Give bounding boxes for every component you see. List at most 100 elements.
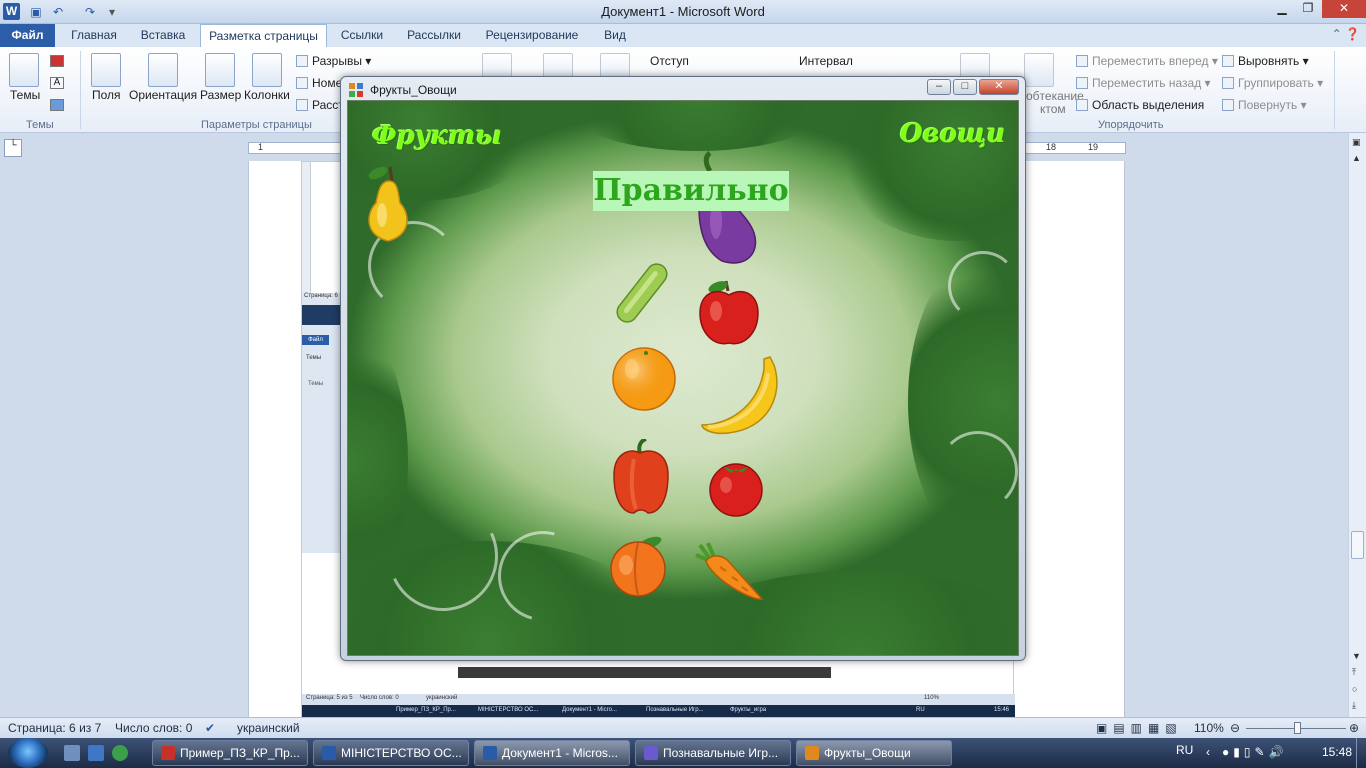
- zoom-out-icon[interactable]: ⊖: [1230, 721, 1240, 735]
- game-maximize-button[interactable]: □: [953, 79, 977, 95]
- hyphenation-button[interactable]: Расст: [296, 98, 344, 112]
- group-themes: Темы: [26, 119, 54, 131]
- zoom-slider[interactable]: [1246, 722, 1346, 734]
- tab-mailings[interactable]: Рассылки: [398, 24, 470, 47]
- themes-button[interactable]: Темы: [10, 88, 40, 102]
- ruler-number: 1: [258, 142, 264, 152]
- theme-colors-icon[interactable]: [50, 55, 64, 67]
- scroll-thumb[interactable]: [1351, 531, 1364, 559]
- tab-view[interactable]: Вид: [594, 24, 636, 47]
- word-icon: [483, 746, 497, 760]
- orientation-icon[interactable]: [148, 53, 178, 87]
- utorrent-icon[interactable]: [112, 745, 128, 761]
- ruler-number: 19: [1088, 142, 1099, 152]
- send-backward-button[interactable]: Переместить назад ▾: [1076, 76, 1211, 90]
- word-titlebar: W ▣ ↶ ↷ ▾ Документ1 - Microsoft Word ▁ ❐…: [0, 0, 1366, 24]
- tray-icons[interactable]: ●▮▯✎🔊: [1222, 745, 1287, 759]
- game-close-button[interactable]: ✕: [979, 79, 1019, 95]
- tomato-icon[interactable]: [706, 457, 766, 517]
- help-icon[interactable]: ⌃ ❓: [1332, 27, 1360, 41]
- tab-references[interactable]: Ссылки: [333, 24, 391, 47]
- language-bar[interactable]: RU: [1176, 743, 1193, 757]
- apple-icon[interactable]: [696, 279, 762, 349]
- theme-fonts-icon[interactable]: A: [50, 77, 64, 89]
- scroll-down-icon[interactable]: ▼: [1352, 651, 1361, 661]
- tab-page-layout[interactable]: Разметка страницы: [200, 24, 327, 48]
- taskbar-item[interactable]: Познавальные Игр...: [635, 740, 791, 766]
- carrot-icon[interactable]: [692, 541, 764, 603]
- wrap-text-icon[interactable]: [1024, 53, 1054, 87]
- margins-icon[interactable]: [91, 53, 121, 87]
- columns-icon[interactable]: [252, 53, 282, 87]
- window-title: Документ1 - Microsoft Word: [601, 4, 765, 19]
- orientation-button[interactable]: Ориентация: [129, 88, 197, 102]
- zoom-slider-thumb[interactable]: [1294, 722, 1301, 734]
- maximize-button[interactable]: ❐: [1294, 0, 1322, 18]
- previous-page-icon[interactable]: ⤒: [1352, 667, 1356, 678]
- group-objects-icon: [1222, 77, 1234, 89]
- theme-effects-icon[interactable]: [50, 99, 64, 111]
- tab-insert[interactable]: Вставка: [132, 24, 194, 47]
- word-icon: [322, 746, 336, 760]
- next-page-icon[interactable]: ⤓: [1352, 700, 1356, 711]
- view-buttons-icon[interactable]: ▣▤▥▦▧: [1096, 721, 1183, 735]
- tab-review[interactable]: Рецензирование: [477, 24, 587, 47]
- group-arrange: Упорядочить: [1098, 119, 1164, 131]
- show-hidden-icons-icon[interactable]: ‹: [1206, 745, 1210, 759]
- columns-button[interactable]: Колонки: [244, 88, 290, 102]
- windows-taskbar: Пример_ПЗ_КР_Пр... МІНІСТЕРСТВО ОС... До…: [0, 738, 1366, 768]
- word-count[interactable]: Число слов: 0: [115, 721, 192, 735]
- peach-icon[interactable]: [606, 535, 672, 597]
- hyphenation-icon: [296, 99, 308, 111]
- page-count[interactable]: Страница: 6 из 7: [8, 721, 101, 735]
- orange-icon[interactable]: [610, 345, 678, 413]
- size-button[interactable]: Размер: [200, 88, 241, 102]
- align-button[interactable]: Выровнять ▾: [1222, 54, 1309, 68]
- breaks-button[interactable]: Разрывы ▾: [296, 54, 371, 68]
- language-indicator[interactable]: украинский: [237, 721, 300, 735]
- embedded-file-tab: Файл: [302, 335, 329, 345]
- pear-icon[interactable]: [360, 163, 418, 245]
- close-button[interactable]: ✕: [1322, 0, 1366, 18]
- cucumber-icon[interactable]: [612, 261, 674, 325]
- themes-icon[interactable]: [9, 53, 39, 87]
- game-minimize-button[interactable]: ‒: [927, 79, 951, 95]
- line-numbers-button[interactable]: Номе: [296, 76, 342, 90]
- vertical-scrollbar[interactable]: ▣ ▲ ▼ ⤒ ○ ⤓: [1348, 133, 1366, 717]
- rotate-button[interactable]: Повернуть ▾: [1222, 98, 1307, 112]
- proofing-icon[interactable]: ✔: [205, 721, 215, 735]
- taskbar-item[interactable]: МІНІСТЕРСТВО ОС...: [313, 740, 469, 766]
- show-desktop-icon[interactable]: [64, 745, 80, 761]
- margins-button[interactable]: Поля: [92, 88, 121, 102]
- minimize-button[interactable]: ▁: [1268, 0, 1296, 18]
- bring-forward-button[interactable]: Переместить вперед ▾: [1076, 54, 1218, 68]
- taskbar-item[interactable]: Пример_ПЗ_КР_Пр...: [152, 740, 308, 766]
- embedded-statusbar: Страница: 5 из 5 Число слов: 0 украински…: [302, 694, 1015, 705]
- zoom-in-icon[interactable]: ⊕: [1349, 721, 1359, 735]
- taskbar-item[interactable]: Фрукты_Овощи: [796, 740, 952, 766]
- vegetables-label: Овощи: [900, 119, 1006, 149]
- show-desktop-button[interactable]: [1356, 738, 1366, 768]
- app-icon: [644, 746, 658, 760]
- embedded-themes-label: Темы: [306, 355, 322, 361]
- group-objects-button[interactable]: Группировать ▾: [1222, 76, 1323, 90]
- zoom-level[interactable]: 110%: [1194, 721, 1224, 735]
- bell-pepper-icon[interactable]: [610, 439, 672, 515]
- start-button-icon[interactable]: [8, 738, 48, 768]
- embedded-status-text: Страница: 6: [304, 293, 338, 299]
- indent-label: Отступ: [650, 54, 689, 68]
- scroll-up-icon[interactable]: ▲: [1352, 153, 1361, 163]
- browse-object-icon[interactable]: ○: [1352, 684, 1357, 694]
- ruler-toggle-icon[interactable]: ▣: [1352, 137, 1361, 148]
- explorer-icon[interactable]: [88, 745, 104, 761]
- selection-pane-button[interactable]: Область выделения: [1076, 98, 1204, 112]
- size-icon[interactable]: [205, 53, 235, 87]
- tab-selector-icon[interactable]: └: [4, 139, 22, 157]
- clock[interactable]: 15:48: [1322, 745, 1352, 759]
- tab-file[interactable]: Файл: [0, 24, 55, 47]
- banana-icon[interactable]: [698, 355, 784, 437]
- taskbar-item[interactable]: Документ1 - Micros...: [474, 740, 630, 766]
- ruler-number: 18: [1046, 142, 1057, 152]
- spacing-label: Интервал: [799, 54, 853, 68]
- tab-home[interactable]: Главная: [62, 24, 126, 47]
